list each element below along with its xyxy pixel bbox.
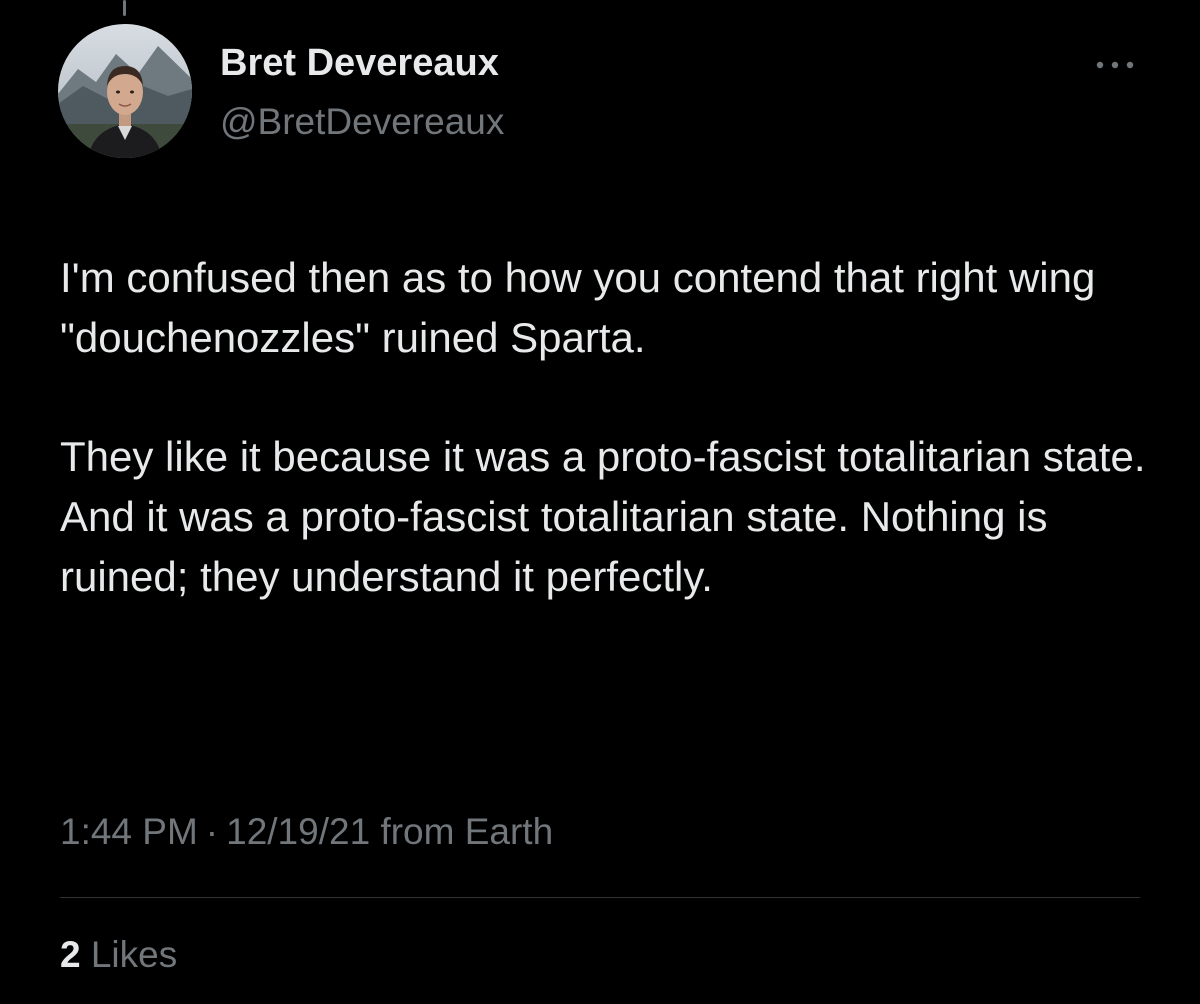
- likes-count: 2: [60, 934, 81, 975]
- tweet-paragraph: I'm confused then as to how you contend …: [60, 254, 1096, 361]
- likes-stat[interactable]: 2 Likes: [60, 934, 177, 976]
- likes-label: Likes: [90, 934, 178, 975]
- tweet-metadata: 1:44 PM · 12/19/21 from Earth: [60, 811, 553, 853]
- tweet-time[interactable]: 1:44 PM: [60, 811, 198, 852]
- tweet-paragraph: They like it because it was a proto-fasc…: [60, 433, 1146, 600]
- tweet-source: from Earth: [380, 811, 554, 852]
- profile-photo: [58, 24, 192, 158]
- avatar[interactable]: [58, 24, 192, 158]
- divider: [60, 897, 1140, 898]
- tweet-date[interactable]: 12/19/21: [226, 811, 370, 852]
- author-handle[interactable]: @BretDevereaux: [220, 101, 504, 143]
- meta-separator: ·: [205, 811, 219, 852]
- tweet-text: I'm confused then as to how you contend …: [60, 248, 1160, 606]
- author-display-name[interactable]: Bret Devereaux: [220, 42, 499, 85]
- thread-connector-line: [123, 0, 126, 16]
- more-horizontal-icon[interactable]: [1090, 50, 1140, 80]
